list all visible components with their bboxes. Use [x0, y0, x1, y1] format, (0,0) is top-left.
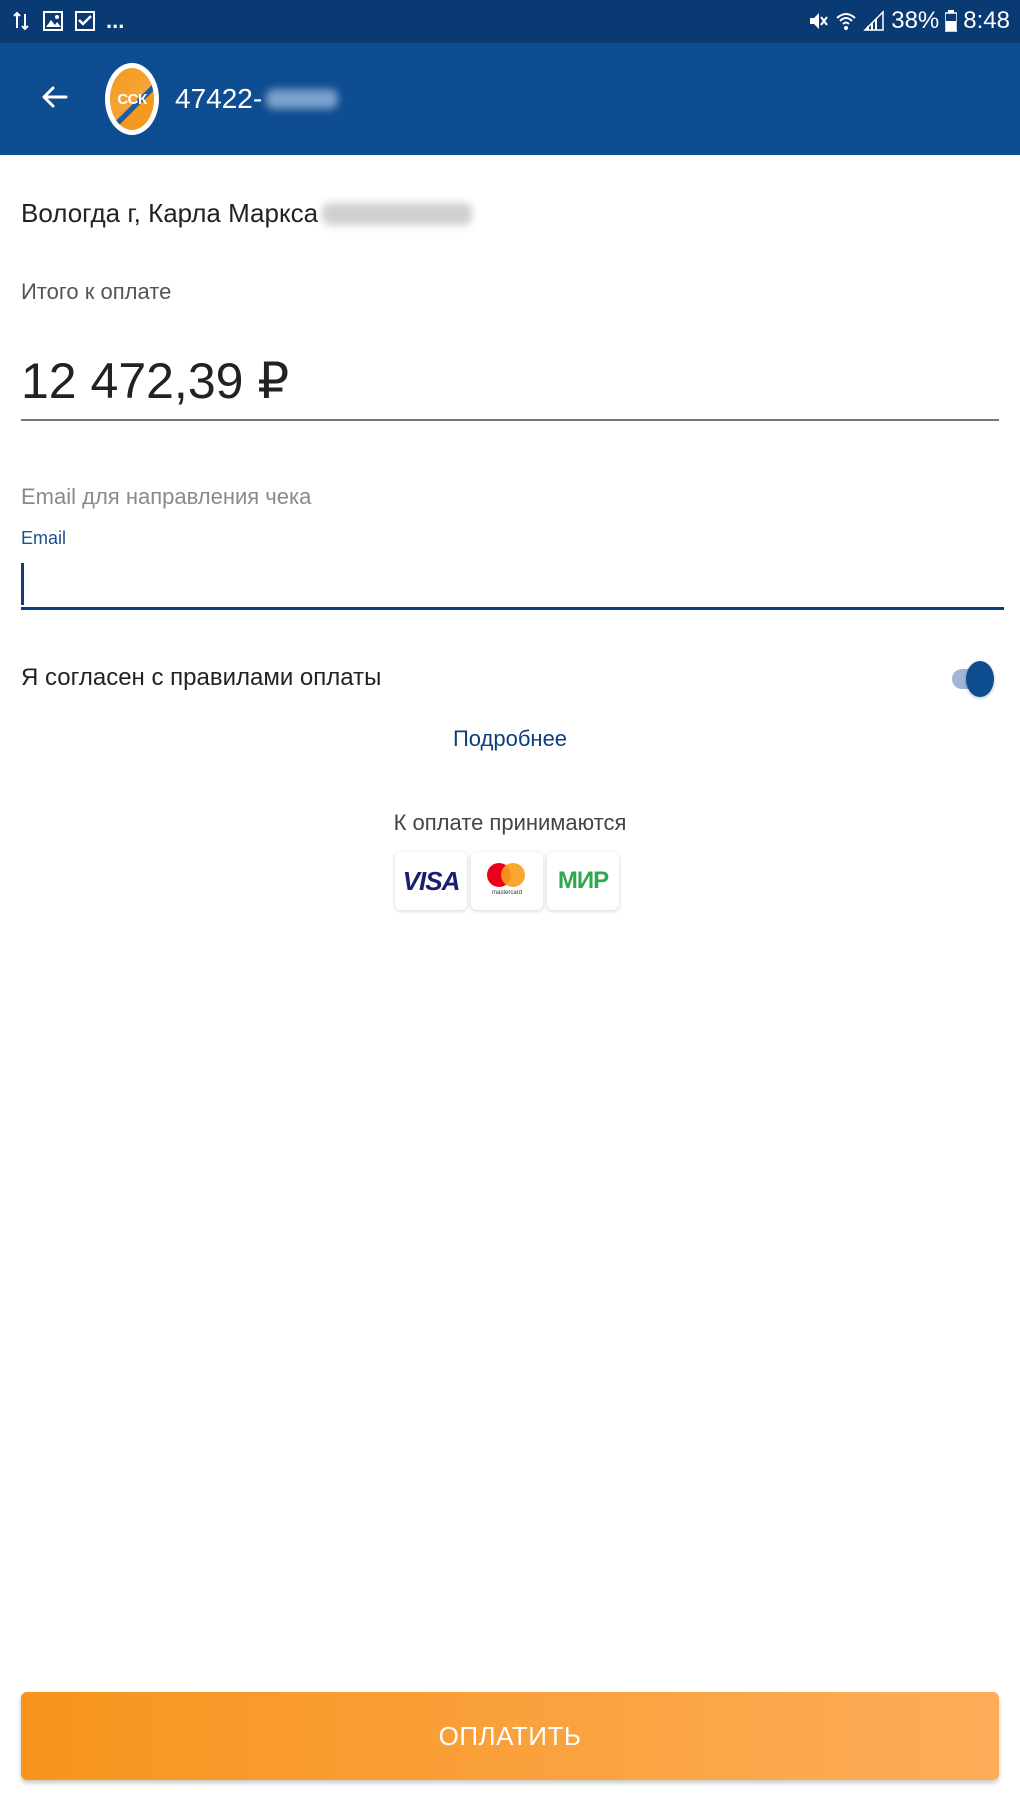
agree-toggle[interactable]: [950, 659, 996, 699]
email-hint: Email для направления чека: [21, 484, 312, 509]
visa-logo: VISA: [402, 865, 461, 896]
signal-icon: [863, 10, 885, 32]
mir-logo: МИР: [557, 867, 609, 894]
app-bar: ССК 47422-: [0, 43, 1020, 155]
accepted-cards-label: К оплате принимаются: [393, 810, 627, 835]
mute-icon: [807, 10, 829, 32]
gallery-icon: [42, 10, 64, 32]
status-bar: ... 38% 8:48: [0, 0, 1020, 43]
address-line: Вологда г, Карла Маркса: [21, 198, 473, 229]
battery-icon: [945, 10, 958, 32]
mastercard-logo: mastercard: [485, 861, 529, 901]
amount-value[interactable]: 12 472,39 ₽: [21, 352, 289, 410]
mastercard-card: mastercard: [471, 852, 543, 910]
redacted-account-suffix: [266, 89, 339, 109]
checkbox-mail-icon: [74, 10, 96, 32]
data-transfer-icon: [10, 10, 32, 32]
total-label: Итого к оплате: [21, 279, 172, 304]
status-bar-right: 38% 8:48: [807, 6, 1010, 36]
clock: 8:48: [963, 7, 1010, 34]
mir-card: МИР: [547, 852, 619, 910]
account-number: 47422-: [175, 83, 263, 114]
pay-button[interactable]: ОПЛАТИТЬ: [21, 1692, 999, 1780]
back-button[interactable]: [28, 73, 80, 125]
more-info-link[interactable]: Подробнее: [0, 726, 1020, 752]
agree-label: Я согласен с правилами оплаты: [21, 664, 382, 691]
toggle-knob: [966, 661, 994, 697]
email-label: Email: [21, 528, 67, 548]
redacted-address-suffix: [322, 202, 473, 225]
email-input[interactable]: [21, 560, 1004, 610]
logo-text: ССК: [117, 90, 147, 108]
status-bar-left: ...: [10, 6, 124, 36]
text-caret: [21, 563, 24, 605]
account-title: 47422-: [175, 83, 339, 115]
wifi-icon: [835, 10, 857, 32]
back-arrow-icon: [40, 83, 68, 116]
battery-percent: 38%: [891, 7, 940, 34]
mastercard-yellow-circle: [501, 863, 525, 887]
mastercard-wordmark: mastercard: [491, 890, 522, 896]
amount-underline: [21, 419, 999, 421]
visa-card: VISA: [395, 852, 467, 910]
company-logo: ССК: [105, 63, 159, 135]
payment-systems: VISA mastercard МИР: [395, 852, 619, 910]
logo-emblem: ССК: [110, 68, 154, 130]
more-dots-icon: ...: [106, 8, 125, 33]
address-text: Вологда г, Карла Маркса: [21, 198, 319, 228]
more-info-link-text[interactable]: Подробнее: [453, 726, 567, 751]
